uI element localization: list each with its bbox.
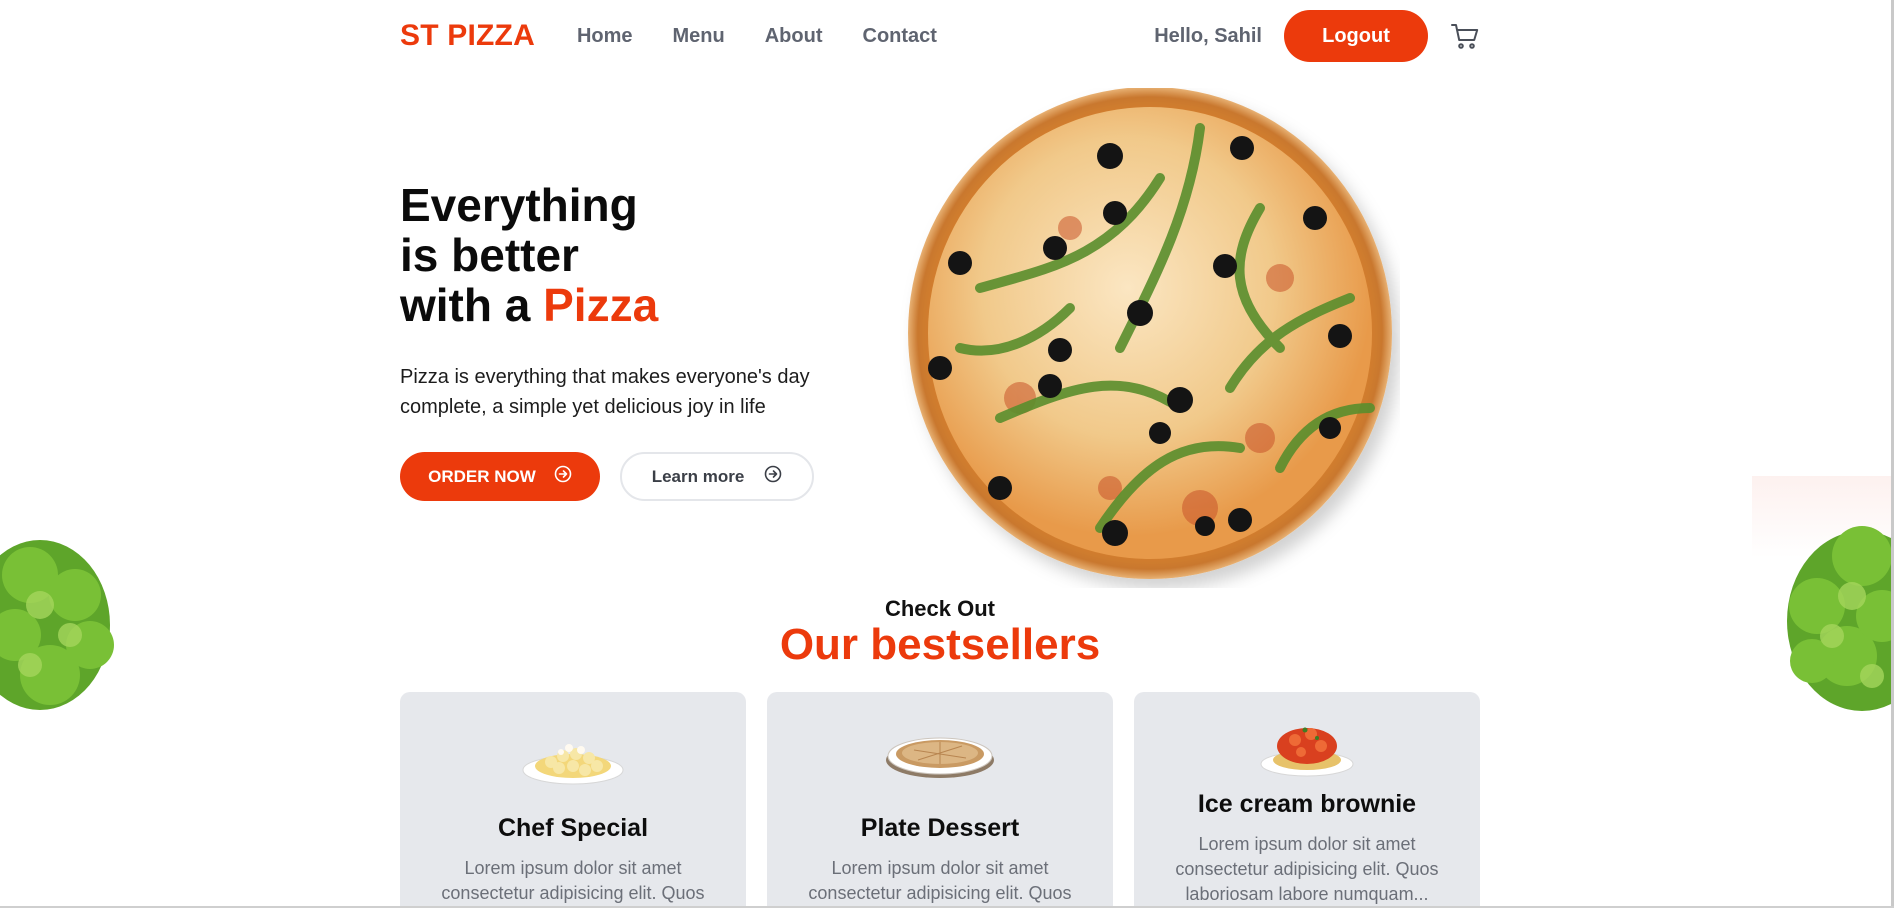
- main-menu: Home Menu About Contact: [577, 25, 937, 48]
- cart-icon[interactable]: [1450, 21, 1480, 51]
- flatbread-plate-icon: [884, 730, 996, 787]
- hero-title-line2: is better: [400, 229, 579, 281]
- order-now-button[interactable]: ORDER NOW: [400, 452, 600, 501]
- user-greeting: Hello, Sahil: [1154, 24, 1262, 47]
- bestseller-name: Plate Dessert: [860, 814, 1020, 842]
- hero-description: Pizza is everything that makes everyone'…: [400, 366, 810, 418]
- navbar: ST PIZZA Home Menu About Contact Hello, …: [400, 8, 1480, 64]
- nav-link-menu[interactable]: Menu: [673, 25, 725, 48]
- bestseller-card[interactable]: Ice cream brownie Lorem ipsum dolor sit …: [1134, 692, 1480, 908]
- hero-title-accent: Pizza: [543, 279, 659, 331]
- hero-pizza-image: [900, 87, 1400, 588]
- nav-link-contact[interactable]: Contact: [863, 25, 937, 48]
- bestseller-description: Lorem ipsum dolor sit amet consectetur a…: [441, 858, 705, 903]
- bestseller-card[interactable]: Chef Special Lorem ipsum dolor sit amet …: [400, 692, 746, 908]
- hero-title-line3-prefix: with a: [400, 279, 544, 331]
- hero-title-line1: Everything: [400, 179, 638, 231]
- arrow-right-circle-icon: [764, 465, 782, 488]
- learn-more-label: Learn more: [651, 466, 745, 486]
- gnocchi-plate-icon: [521, 726, 625, 791]
- page: ST PIZZA Home Menu About Contact Hello, …: [0, 0, 1894, 908]
- bestseller-description: Lorem ipsum dolor sit amet consectetur a…: [1175, 834, 1439, 904]
- arrow-right-circle-icon: [554, 465, 572, 488]
- bestseller-name: Chef Special: [497, 814, 649, 842]
- bestsellers-title: Our bestsellers: [779, 620, 1101, 669]
- order-now-label: ORDER NOW: [428, 466, 536, 486]
- hero-title: Everything is better with a Pizza: [400, 180, 658, 330]
- bestseller-description: Lorem ipsum dolor sit amet consectetur a…: [808, 858, 1072, 903]
- nav-link-home[interactable]: Home: [577, 25, 633, 48]
- bestseller-name: Ice cream brownie: [1197, 790, 1417, 818]
- nav-link-about[interactable]: About: [765, 25, 823, 48]
- logout-button[interactable]: Logout: [1284, 10, 1428, 62]
- learn-more-button[interactable]: Learn more: [620, 452, 814, 501]
- bestsellers-kicker: Check Out: [884, 596, 996, 621]
- pasta-sauce-plate-icon: [1259, 716, 1355, 783]
- brand-logo[interactable]: ST PIZZA: [400, 19, 535, 53]
- nav-user-area: Hello, Sahil Logout: [1154, 10, 1480, 62]
- bestseller-card[interactable]: Plate Dessert Lorem ipsum dolor sit amet…: [767, 692, 1113, 908]
